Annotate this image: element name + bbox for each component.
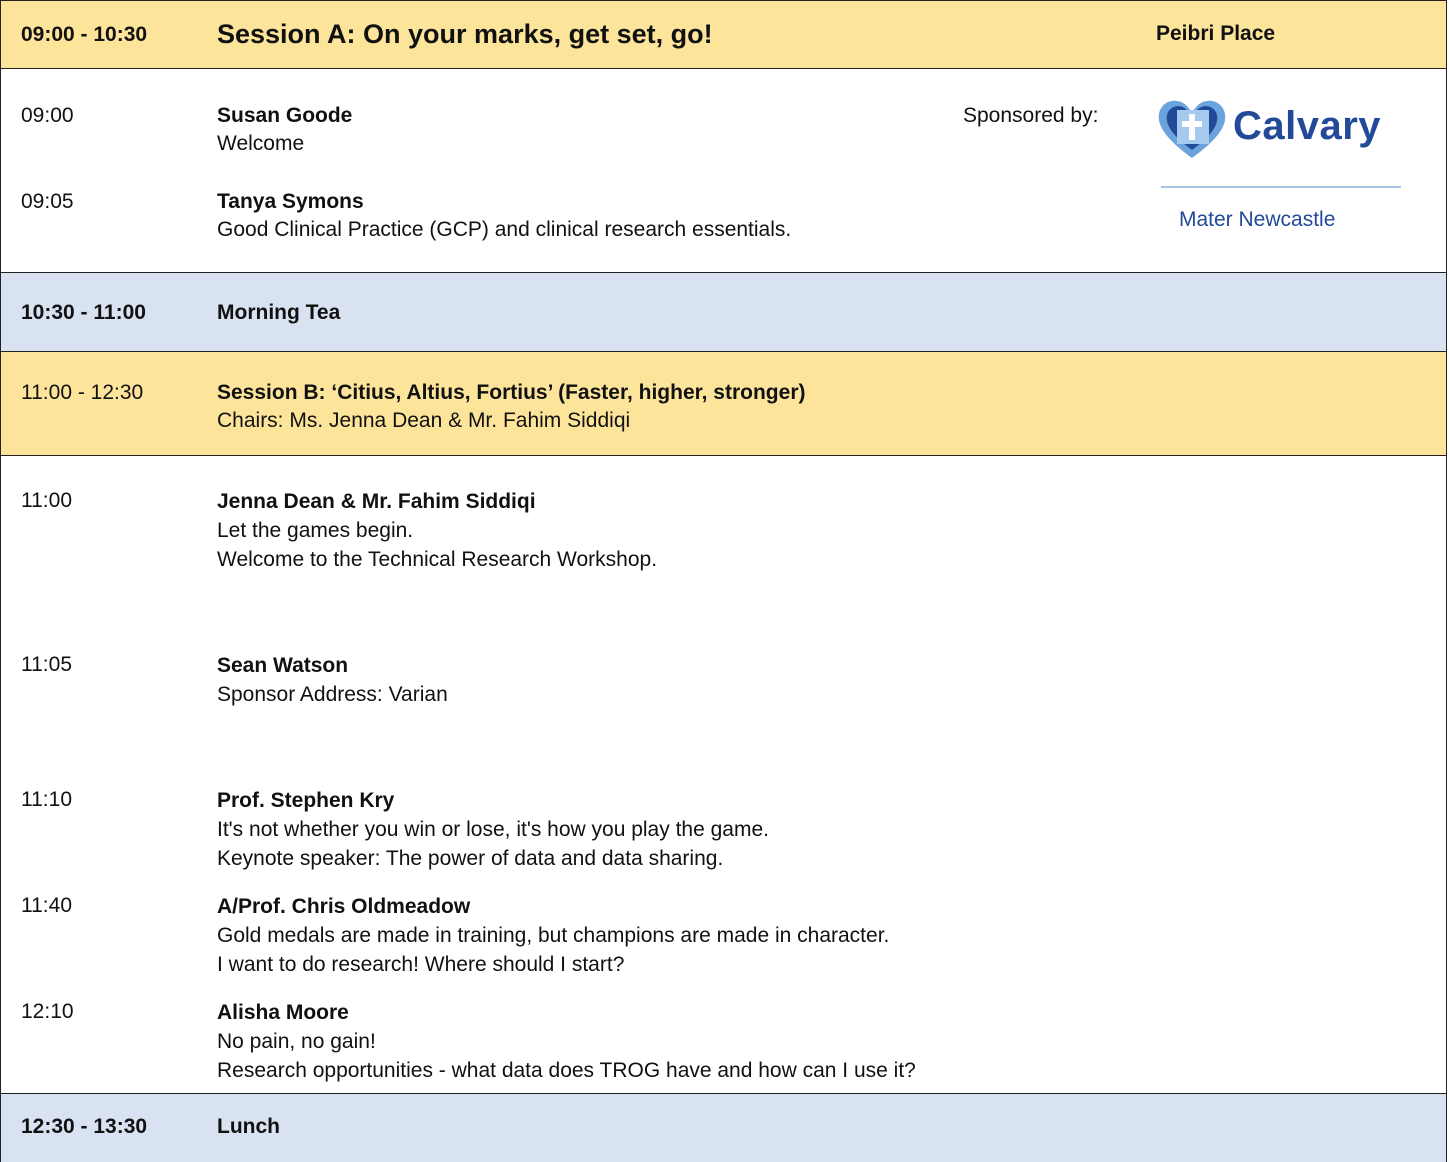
calvary-heart-icon — [1158, 100, 1226, 158]
session-b-chairs: Chairs: Ms. Jenna Dean & Mr. Fahim Siddi… — [217, 409, 631, 432]
break-title: Lunch — [217, 1115, 280, 1138]
talk-item: Alisha Moore No pain, no gain! Research … — [217, 998, 916, 1085]
talk-line: Welcome — [217, 132, 305, 155]
session-b-heading: Session B: ‘Citius, Altius, Fortius’ (Fa… — [217, 379, 805, 435]
talk-item: Sean Watson Sponsor Address: Varian — [217, 651, 448, 709]
session-b-time: 11:00 - 12:30 — [21, 381, 144, 404]
session-a-time: 09:00 - 10:30 — [21, 23, 148, 46]
talk-time: 09:00 — [21, 104, 74, 127]
speaker-name: Jenna Dean & Mr. Fahim Siddiqi — [217, 490, 536, 513]
session-b-title: Session B: ‘Citius, Altius, Fortius’ (Fa… — [217, 381, 806, 404]
logo-divider — [1161, 186, 1401, 188]
talk-line: Sponsor Address: Varian — [217, 683, 448, 706]
speaker-name: Alisha Moore — [217, 1001, 349, 1024]
session-a-venue: Peibri Place — [1156, 22, 1276, 45]
sponsor-logo: Calvary Mater Newcastle — [1153, 96, 1413, 246]
talk-item: Jenna Dean & Mr. Fahim Siddiqi Let the g… — [217, 487, 657, 574]
break-title: Morning Tea — [217, 301, 341, 324]
talk-time: 11:40 — [21, 894, 72, 917]
talk-line: It's not whether you win or lose, it's h… — [217, 818, 769, 841]
sponsor-label: Sponsored by: — [963, 104, 1099, 127]
talk-line: Good Clinical Practice (GCP) and clinica… — [217, 218, 792, 241]
break-header-morning-tea: 10:30 - 11:00 Morning Tea — [1, 273, 1446, 352]
talk-time: 12:10 — [21, 1000, 74, 1023]
speaker-name: Prof. Stephen Kry — [217, 789, 395, 812]
talk-line: Let the games begin. — [217, 519, 414, 542]
talk-line: Welcome to the Technical Research Worksh… — [217, 548, 658, 571]
session-a-title: Session A: On your marks, get set, go! — [217, 19, 713, 49]
speaker-name: Susan Goode — [217, 104, 353, 127]
sponsor-logo-name: Calvary — [1233, 104, 1382, 148]
sponsor-logo-subtitle: Mater Newcastle — [1179, 208, 1336, 231]
talk-line: I want to do research! Where should I st… — [217, 953, 625, 976]
session-a-header: 09:00 - 10:30 Session A: On your marks, … — [1, 0, 1446, 69]
speaker-name: Sean Watson — [217, 654, 349, 677]
talk-item: Susan Goode Welcome — [217, 102, 352, 158]
talk-line: Gold medals are made in training, but ch… — [217, 924, 890, 947]
talk-time: 11:00 — [21, 489, 72, 512]
speaker-name: Tanya Symons — [217, 190, 364, 213]
break-time: 10:30 - 11:00 — [21, 301, 146, 324]
talk-line: Keynote speaker: The power of data and d… — [217, 847, 724, 870]
talk-line: No pain, no gain! — [217, 1030, 376, 1053]
speaker-name: A/Prof. Chris Oldmeadow — [217, 895, 471, 918]
talk-time: 11:10 — [21, 788, 72, 811]
break-time: 12:30 - 13:30 — [21, 1115, 148, 1138]
break-header-lunch: 12:30 - 13:30 Lunch — [1, 1093, 1446, 1162]
talk-line: Research opportunities - what data does … — [217, 1059, 916, 1082]
talk-time: 11:05 — [21, 653, 72, 676]
talk-item: A/Prof. Chris Oldmeadow Gold medals are … — [217, 892, 889, 979]
talk-time: 09:05 — [21, 190, 74, 213]
talk-item: Prof. Stephen Kry It's not whether you w… — [217, 786, 769, 873]
program-schedule: 09:00 - 10:30 Session A: On your marks, … — [0, 0, 1447, 1162]
session-b-header: 11:00 - 12:30 Session B: ‘Citius, Altius… — [1, 352, 1446, 456]
talk-item: Tanya Symons Good Clinical Practice (GCP… — [217, 188, 791, 244]
